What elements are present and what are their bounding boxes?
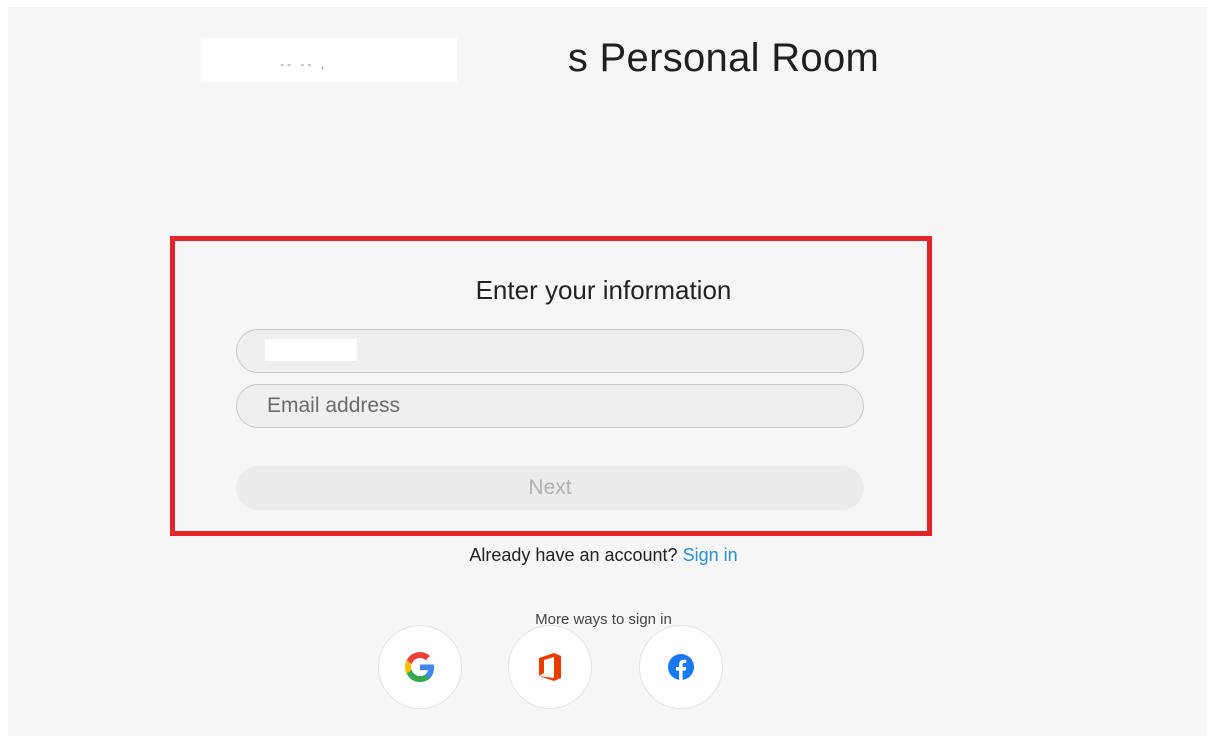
office-icon (539, 653, 561, 681)
room-title: s Personal Room (567, 36, 880, 80)
google-icon (405, 652, 435, 682)
redacted-name-remnant: -- -- , (280, 57, 327, 71)
account-prompt-line: Already have an account? Sign in (0, 545, 1207, 566)
account-prompt: Already have an account? (469, 545, 678, 565)
more-ways-label: More ways to sign in (535, 611, 672, 628)
redacted-name-value (265, 339, 357, 361)
sign-in-link[interactable]: Sign in (683, 545, 738, 565)
form-heading: Enter your information (475, 275, 732, 305)
next-button[interactable]: Next (236, 466, 864, 510)
facebook-icon (668, 654, 694, 680)
office-sign-in-button[interactable] (508, 625, 592, 709)
facebook-sign-in-button[interactable] (639, 625, 723, 709)
email-input[interactable] (236, 384, 864, 428)
google-sign-in-button[interactable] (378, 625, 462, 709)
